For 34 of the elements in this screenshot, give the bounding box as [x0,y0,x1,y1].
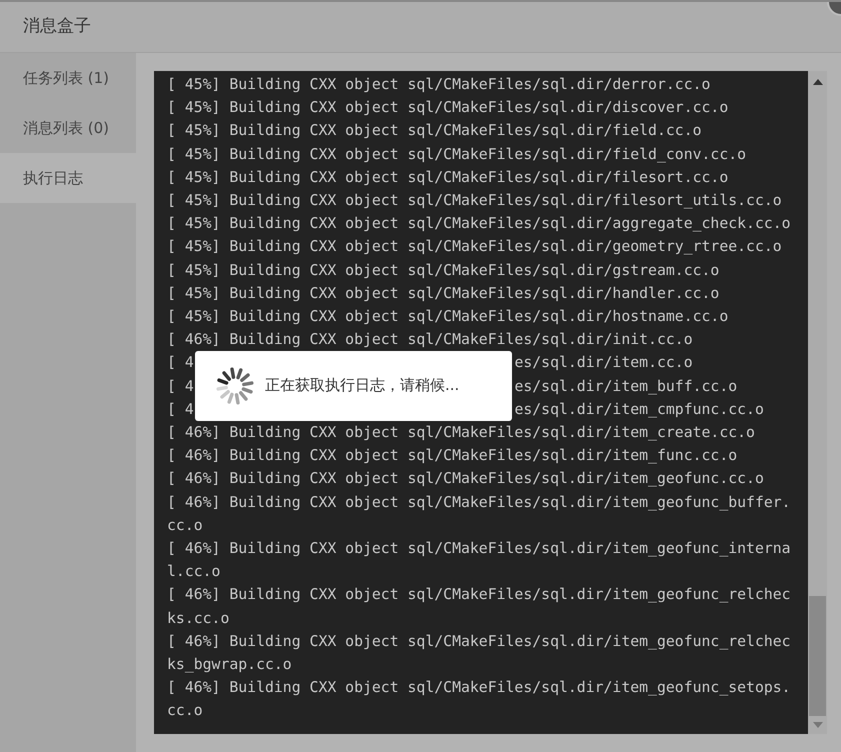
log-line: [ 45%] Building CXX object sql/CMakeFiles/sql.dir/field_conv.cc.o [167,144,748,165]
log-line-fragment: [ 4 [167,353,194,374]
log-line: [ 45%] Building CXX object sql/CMakeFiles/sql.dir/gstream.cc.o [167,260,720,281]
log-line-fragment: es/sql.dir/item_cmpfunc.cc.o [514,400,764,420]
log-line: [ 45%] Building CXX object sql/CMakeFiles/sql.dir/aggregate_check.cc.o [167,214,791,234]
log-line: [ 45%] Building CXX object sql/CMakeFiles/sql.dir/filesort.cc.o [167,168,730,188]
log-line: [ 45%] Building CXX object sql/CMakeFiles/sql.dir/geometry_rtree.cc.o [167,237,783,258]
window-title: 消息盒子 [23,15,91,38]
log-line: [ 46%] Building CXX object sql/CMakeFiles/sql.dir/item_geofunc_relchecks_bgwrap.cc.o [167,632,791,676]
log-line: [ 46%] Building CXX object sql/CMakeFiles/sql.dir/item_geofunc.cc.o [167,469,765,490]
log-line: [ 45%] Building CXX object sql/CMakeFiles/sql.dir/filesort_utils.cc.o [167,191,783,212]
log-line: [ 46%] Building CXX object sql/CMakeFiles/sql.dir/item_func.cc.o [167,446,738,466]
scrollbar-thumb[interactable] [809,596,826,716]
log-line: [ 45%] Building CXX object sql/CMakeFiles/sql.dir/handler.cc.o [167,284,720,304]
log-line: [ 46%] Building CXX object sql/CMakeFiles/sql.dir/item_geofunc_relchecks.cc.o [167,585,791,629]
log-line: [ 46%] Building CXX object sql/CMakeFiles/sql.dir/item_geofunc_internal.cc.o [167,539,791,582]
log-line: [ 45%] Building CXX object sql/CMakeFiles/sql.dir/derror.cc.o [167,75,712,95]
log-line: [ 45%] Building CXX object sql/CMakeFiles/sql.dir/discover.cc.o [167,98,730,118]
log-line: [ 46%] Building CXX object sql/CMakeFiles/sql.dir/item_geofunc_setops.cc.o [167,678,791,722]
log-line-fragment: es/sql.dir/item_buff.cc.o [514,376,738,397]
sidebar-tab[interactable]: 执行日志 [0,153,136,203]
scrollbar[interactable] [808,71,827,734]
log-line: [ 45%] Building CXX object sql/CMakeFiles/sql.dir/field.cc.o [167,121,703,142]
scroll-down-icon[interactable] [812,722,822,728]
log-line: [ 45%] Building CXX object sql/CMakeFiles/sql.dir/hostname.cc.o [167,307,730,328]
loading-spinner-icon [215,366,255,406]
log-line-fragment: [ 4 [167,376,194,397]
log-line-fragment: [ 4 [167,400,194,420]
scroll-up-icon[interactable] [812,79,822,85]
log-line: [ 46%] Building CXX object sql/CMakeFiles/sql.dir/init.cc.o [167,330,694,350]
log-line-fragment: es/sql.dir/item.cc.o [514,353,693,374]
log-line: [ 46%] Building CXX object sql/CMakeFiles/sql.dir/item_geofunc_buffer.cc.o [167,492,791,536]
loading-message: 正在获取执行日志，请稍候... [265,375,460,396]
log-line: [ 46%] Building CXX object sql/CMakeFiles/sql.dir/item_create.cc.o [167,423,756,444]
